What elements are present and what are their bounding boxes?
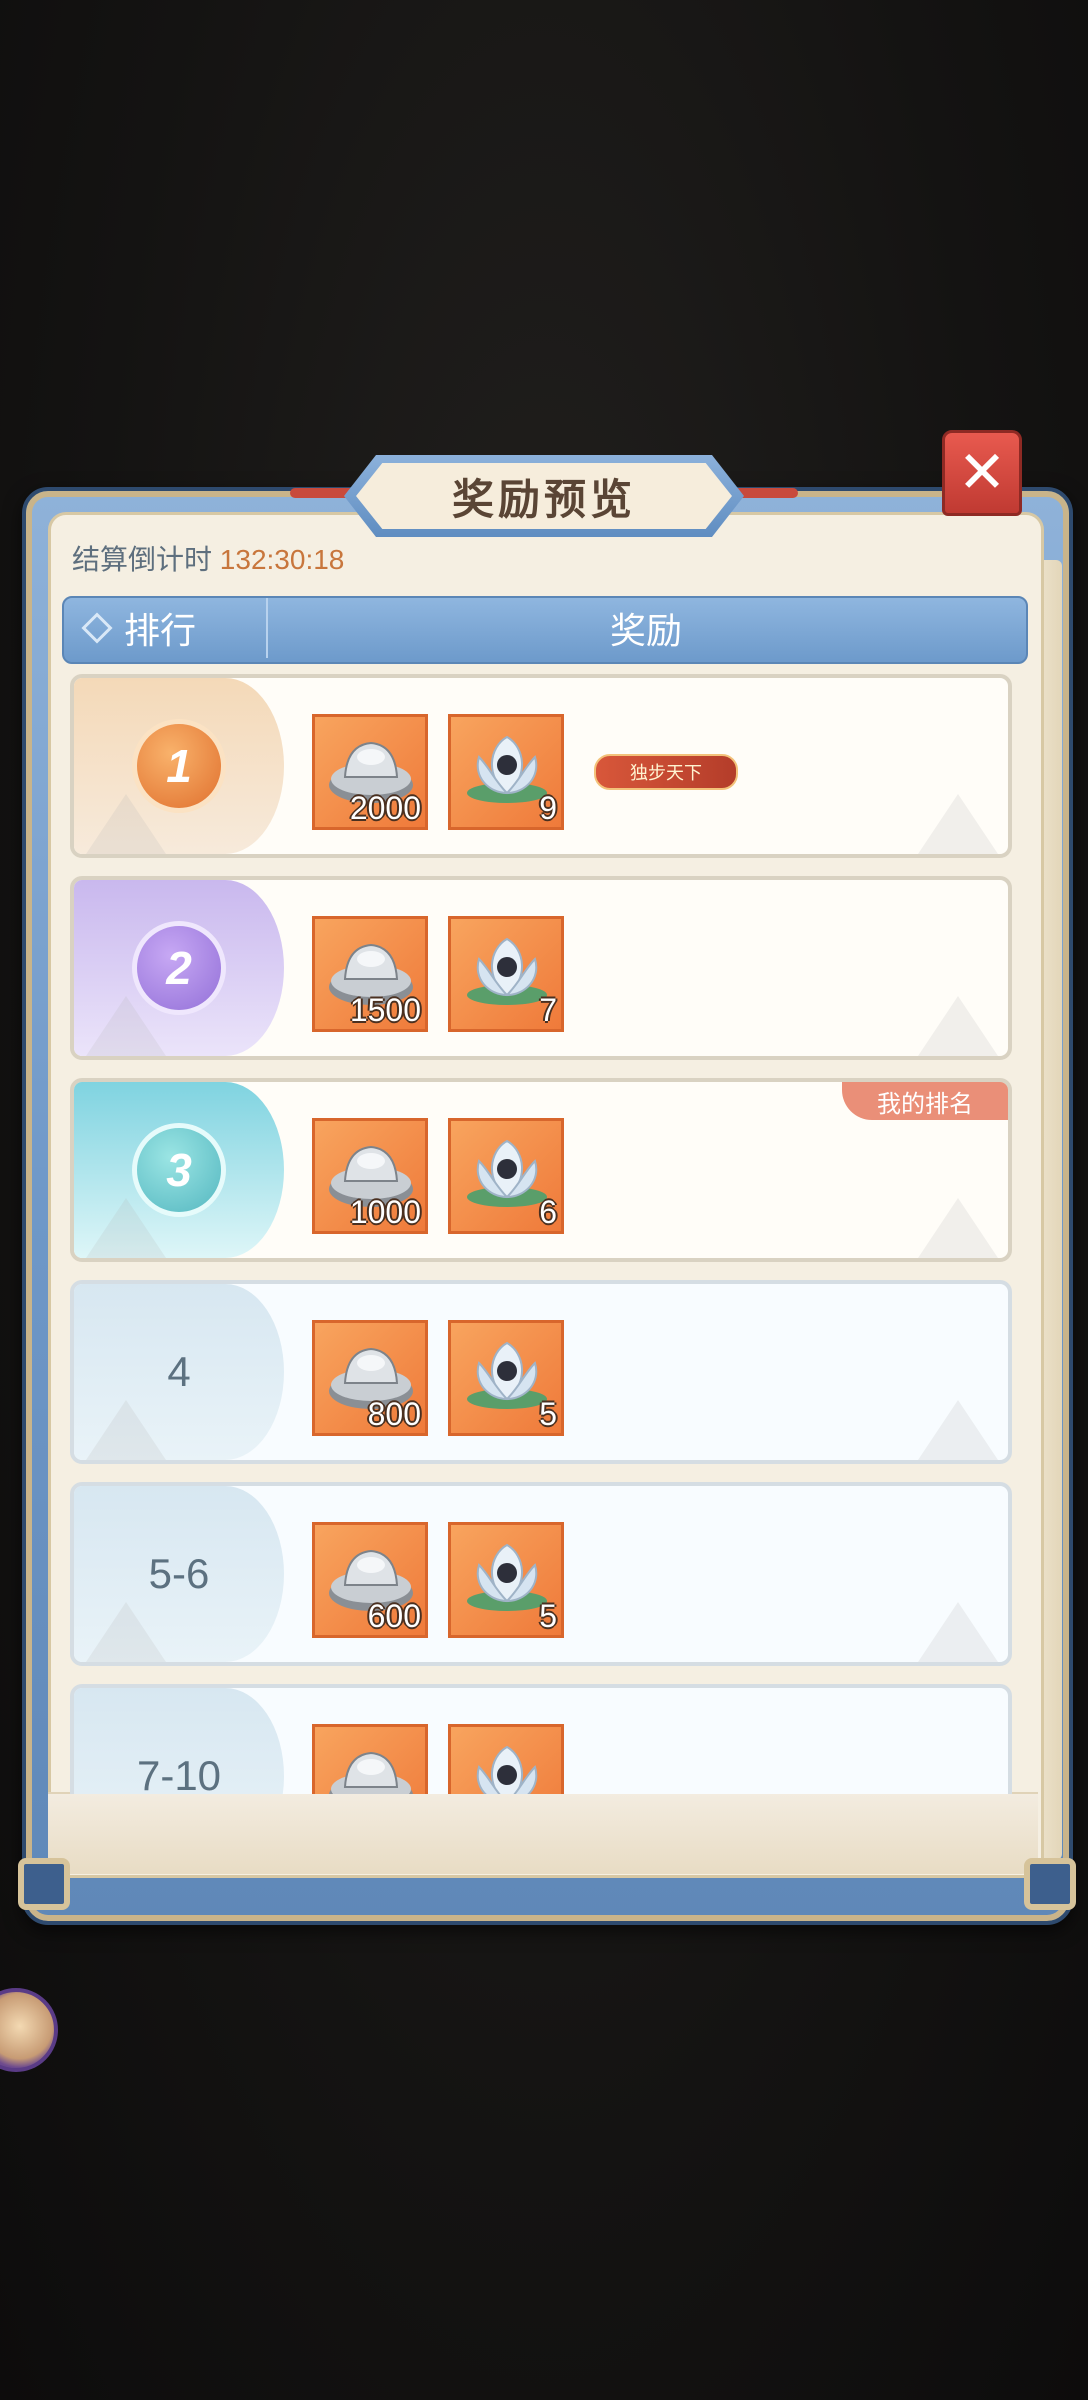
my-rank-tag: 我的排名 [842, 1082, 1008, 1120]
title-badge[interactable]: 独步天下 [594, 754, 738, 790]
mountain-decoration [86, 1198, 166, 1258]
rank-cell: 7-10 [74, 1688, 284, 1794]
scroll-bottom-edge [48, 1792, 1038, 1874]
reward-item-lotus[interactable]: 6 [448, 1118, 564, 1234]
item-count: 800 [367, 1396, 421, 1432]
reward-list[interactable]: 1 2000 9 独步天下 2 1500 7 3 1000 6 我的排名 4 800 5 5-6 600 5 7-… [62, 666, 1028, 1794]
reward-item-lotus[interactable]: 5 [448, 1522, 564, 1638]
lotus-icon [476, 1745, 538, 1794]
item-count: 600 [367, 1598, 421, 1634]
item-count: 5 [539, 1396, 557, 1432]
reward-item-lotus[interactable] [448, 1724, 564, 1794]
reward-item-lotus[interactable]: 5 [448, 1320, 564, 1436]
rank-number: 4 [167, 1348, 191, 1395]
item-count: 2000 [349, 790, 421, 826]
reward-item-silver[interactable] [312, 1724, 428, 1794]
reward-item-lotus[interactable]: 9 [448, 714, 564, 830]
diamond-icon [81, 612, 113, 644]
mountain-decoration [86, 1602, 166, 1662]
rank-row: 2 1500 7 [70, 876, 1012, 1060]
reward-item-silver[interactable]: 1500 [312, 916, 428, 1032]
countdown: 结算倒计时 132:30:18 [72, 538, 344, 578]
mountain-decoration [86, 794, 166, 854]
close-icon: ✕ [957, 440, 1007, 505]
reward-item-lotus[interactable]: 7 [448, 916, 564, 1032]
frame-corner [1024, 1858, 1076, 1910]
header-rank: 排行 [81, 603, 197, 653]
mountain-decoration [918, 1400, 998, 1460]
rank-row: 1 2000 9 独步天下 [70, 674, 1012, 858]
countdown-label: 结算倒计时 [72, 544, 213, 575]
mountain-decoration [918, 794, 998, 854]
countdown-value: 132:30:18 [219, 544, 345, 575]
frame-corner [18, 1858, 70, 1910]
header-rank-label: 排行 [124, 610, 197, 651]
title-plaque-inner: 奖励预览 [356, 463, 732, 529]
close-button[interactable]: ✕ [942, 430, 1022, 516]
item-count: 7 [539, 992, 557, 1028]
item-count: 9 [539, 790, 557, 826]
item-count: 1000 [349, 1194, 421, 1230]
rank-number: 7-10 [136, 1752, 222, 1794]
rank-number: 5-6 [148, 1550, 210, 1597]
rank-row: 3 1000 6 我的排名 [70, 1078, 1012, 1262]
header-reward-label: 奖励 [609, 610, 682, 651]
reward-item-silver[interactable]: 600 [312, 1522, 428, 1638]
reward-item-silver[interactable]: 800 [312, 1320, 428, 1436]
dialog-title: 奖励预览 [451, 475, 636, 523]
silver-ingot-icon [329, 1751, 413, 1794]
floating-avatar[interactable] [0, 1988, 58, 2072]
item-count: 6 [539, 1194, 557, 1230]
reward-item-silver[interactable]: 2000 [312, 714, 428, 830]
header-reward: 奖励 [268, 603, 1024, 653]
mountain-decoration [918, 1198, 998, 1258]
mountain-decoration [86, 996, 166, 1056]
item-count: 1500 [349, 992, 421, 1028]
item-count: 5 [539, 1598, 557, 1634]
mountain-decoration [86, 1400, 166, 1460]
mountain-decoration [918, 996, 998, 1056]
rank-row: 4 800 5 [70, 1280, 1012, 1464]
mountain-decoration [918, 1602, 998, 1662]
rank-row: 7-10 [70, 1684, 1012, 1794]
reward-item-silver[interactable]: 1000 [312, 1118, 428, 1234]
rank-row: 5-6 600 5 [70, 1482, 1012, 1666]
